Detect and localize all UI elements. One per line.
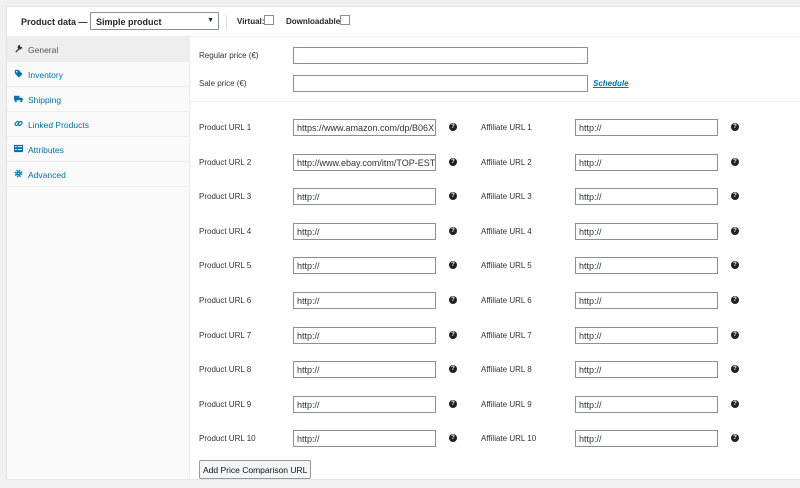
help-icon[interactable]: ? bbox=[731, 192, 739, 201]
link-icon bbox=[14, 120, 23, 127]
tab-advanced-label: Advanced bbox=[28, 170, 66, 180]
product-url-input[interactable]: http:// bbox=[293, 361, 436, 379]
affiliate-url-label: Affiliate URL 10 bbox=[481, 434, 537, 444]
gear-icon bbox=[14, 169, 23, 178]
help-icon[interactable]: ? bbox=[449, 330, 457, 339]
regular-price-input[interactable] bbox=[293, 47, 588, 64]
tab-shipping-label: Shipping bbox=[28, 95, 62, 105]
product-url-input[interactable]: http:// bbox=[293, 188, 436, 206]
tab-linked-products-label: Linked Products bbox=[28, 120, 89, 130]
product-data-title: Product data — bbox=[21, 17, 88, 27]
tab-attributes[interactable]: Attributes bbox=[7, 137, 189, 162]
product-url-label: Product URL 1 bbox=[199, 123, 252, 132]
affiliate-url-input[interactable]: http:// bbox=[575, 326, 718, 344]
affiliate-url-label: Affiliate URL 5 bbox=[481, 261, 532, 271]
tab-linked-products[interactable]: Linked Products bbox=[7, 112, 189, 137]
help-icon[interactable]: ? bbox=[449, 434, 457, 443]
help-icon[interactable]: ? bbox=[731, 157, 739, 166]
product-url-input[interactable]: http:// bbox=[293, 395, 436, 413]
add-price-comparison-url-button[interactable]: Add Price Comparison URL bbox=[199, 460, 311, 479]
affiliate-url-label: Affiliate URL 9 bbox=[481, 399, 532, 409]
help-icon[interactable]: ? bbox=[731, 123, 739, 131]
help-icon[interactable]: ? bbox=[731, 330, 739, 339]
affiliate-url-input[interactable]: http:// bbox=[575, 395, 718, 413]
section-divider bbox=[190, 101, 800, 102]
truck-icon bbox=[14, 95, 23, 103]
affiliate-url-label: Affiliate URL 3 bbox=[481, 192, 532, 202]
product-url-label: Product URL 10 bbox=[199, 434, 256, 444]
product-url-input[interactable]: http:// bbox=[293, 430, 436, 448]
product-url-label: Product URL 9 bbox=[199, 399, 252, 409]
virtual-label: Virtual: bbox=[237, 17, 265, 26]
affiliate-url-label: Affiliate URL 6 bbox=[481, 296, 532, 305]
tab-advanced[interactable]: Advanced bbox=[7, 162, 189, 187]
product-url-label: Product URL 6 bbox=[199, 296, 252, 305]
product-data-tabs: General Inventory Shipping Linked Produc… bbox=[7, 37, 190, 479]
help-icon[interactable]: ? bbox=[449, 399, 457, 408]
help-icon[interactable]: ? bbox=[449, 365, 457, 374]
affiliate-url-label: Affiliate URL 8 bbox=[481, 365, 532, 375]
help-icon[interactable]: ? bbox=[731, 434, 739, 443]
help-icon[interactable]: ? bbox=[731, 365, 739, 374]
downloadable-label: Downloadable: bbox=[286, 17, 343, 26]
affiliate-url-label: Affiliate URL 1 bbox=[481, 123, 532, 132]
help-icon[interactable]: ? bbox=[449, 192, 457, 201]
product-url-input[interactable]: http:// bbox=[293, 222, 436, 240]
help-icon[interactable]: ? bbox=[731, 399, 739, 408]
tab-general-label: General bbox=[28, 45, 59, 55]
product-url-input[interactable]: http://www.ebay.com/itm/TOP-EST bbox=[293, 153, 436, 171]
affiliate-url-input[interactable]: http:// bbox=[575, 222, 718, 240]
product-url-label: Product URL 5 bbox=[199, 261, 252, 271]
affiliate-url-label: Affiliate URL 7 bbox=[481, 330, 532, 340]
product-url-label: Product URL 4 bbox=[199, 226, 252, 236]
help-icon[interactable]: ? bbox=[449, 261, 457, 270]
help-icon[interactable]: ? bbox=[731, 296, 739, 304]
tab-general[interactable]: General bbox=[7, 37, 189, 62]
help-icon[interactable]: ? bbox=[731, 226, 739, 235]
help-icon[interactable]: ? bbox=[449, 296, 457, 304]
downloadable-checkbox[interactable] bbox=[340, 15, 350, 25]
product-url-input[interactable]: https://www.amazon.com/dp/B06X bbox=[293, 119, 436, 136]
affiliate-url-input[interactable]: http:// bbox=[575, 257, 718, 275]
product-url-input[interactable]: http:// bbox=[293, 326, 436, 344]
product-type-value: Simple product bbox=[96, 17, 162, 27]
affiliate-url-label: Affiliate URL 2 bbox=[481, 157, 532, 167]
tab-attributes-label: Attributes bbox=[28, 145, 64, 155]
affiliate-url-input[interactable]: http:// bbox=[575, 292, 718, 309]
help-icon[interactable]: ? bbox=[449, 157, 457, 166]
tab-shipping[interactable]: Shipping bbox=[7, 87, 189, 112]
tab-inventory[interactable]: Inventory bbox=[7, 62, 189, 87]
help-icon[interactable]: ? bbox=[449, 226, 457, 235]
product-url-label: Product URL 2 bbox=[199, 157, 252, 167]
affiliate-url-input[interactable]: http:// bbox=[575, 153, 718, 171]
schedule-link[interactable]: Schedule bbox=[593, 79, 629, 88]
list-icon bbox=[14, 144, 23, 153]
product-url-label: Product URL 8 bbox=[199, 365, 252, 375]
general-tab-content: Regular price (€) Sale price (€) Schedul… bbox=[190, 37, 800, 479]
product-data-panel: Product data — Simple product ▼ Virtual:… bbox=[6, 6, 800, 480]
chevron-down-icon: ▼ bbox=[207, 17, 214, 24]
product-data-header: Product data — Simple product ▼ Virtual:… bbox=[7, 7, 800, 37]
affiliate-url-input[interactable]: http:// bbox=[575, 188, 718, 206]
wrench-icon bbox=[15, 44, 23, 53]
help-icon[interactable]: ? bbox=[731, 261, 739, 270]
header-divider bbox=[226, 15, 227, 29]
product-url-input[interactable]: http:// bbox=[293, 257, 436, 275]
regular-price-label: Regular price (€) bbox=[199, 51, 259, 60]
sale-price-input[interactable] bbox=[293, 75, 588, 92]
affiliate-url-input[interactable]: http:// bbox=[575, 361, 718, 379]
product-url-input[interactable]: http:// bbox=[293, 292, 436, 309]
help-icon[interactable]: ? bbox=[449, 123, 457, 131]
product-type-select[interactable]: Simple product ▼ bbox=[90, 12, 219, 30]
tag-icon bbox=[14, 69, 23, 78]
affiliate-url-input[interactable]: http:// bbox=[575, 430, 718, 448]
affiliate-url-label: Affiliate URL 4 bbox=[481, 226, 532, 236]
sale-price-label: Sale price (€) bbox=[199, 79, 247, 88]
virtual-checkbox[interactable] bbox=[264, 15, 274, 25]
tab-inventory-label: Inventory bbox=[28, 70, 63, 80]
product-url-label: Product URL 7 bbox=[199, 330, 252, 340]
product-url-label: Product URL 3 bbox=[199, 192, 252, 202]
affiliate-url-input[interactable]: http:// bbox=[575, 119, 718, 136]
